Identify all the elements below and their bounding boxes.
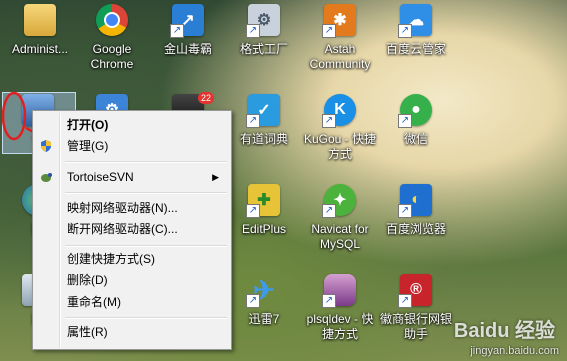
- desktop-icon-chrome[interactable]: Google Chrome: [74, 2, 150, 90]
- desktop-icon-kugou[interactable]: K ↗ KuGou - 快捷方式: [302, 92, 378, 180]
- shortcut-arrow-icon: ↗: [398, 24, 412, 38]
- shortcut-arrow-icon: ↗: [246, 204, 260, 218]
- desktop-icon-baidu-yun[interactable]: ☁ ↗ 百度云管家: [378, 2, 454, 90]
- notification-badge: 22: [198, 92, 215, 104]
- icon-label: 百度云管家: [385, 42, 446, 56]
- menu-item-manage[interactable]: 管理(G): [35, 136, 229, 156]
- menu-separator: [65, 192, 227, 194]
- desktop-icon-geshi[interactable]: ⚙ ↗ 格式工厂: [226, 2, 302, 90]
- icon-label: KuGou - 快捷方式: [303, 132, 377, 161]
- context-menu: 打开(O) 管理(G) TortoiseSVN ▶ 映射网络驱动器(N)... …: [32, 110, 232, 350]
- icon-label: 金山毒霸: [163, 42, 212, 56]
- desktop-icon-baidu-browser[interactable]: ◐ ↗ 百度浏览器: [378, 182, 454, 270]
- shortcut-arrow-icon: ↗: [322, 114, 336, 128]
- desktop-icon-jinshan[interactable]: ↗ ↗ 金山毒霸: [150, 2, 226, 90]
- watermark-url: jingyan.baidu.com: [470, 345, 559, 357]
- shield-icon: [41, 140, 51, 152]
- desktop-icon-youdao[interactable]: ✓ ↗ 有道词典: [226, 92, 302, 180]
- shortcut-arrow-icon: ↗: [246, 24, 260, 38]
- menu-item-properties[interactable]: 属性(R): [35, 322, 229, 342]
- menu-separator: [65, 317, 227, 319]
- shortcut-arrow-icon: ↗: [398, 114, 412, 128]
- shortcut-arrow-icon: ↗: [398, 204, 412, 218]
- shortcut-arrow-icon: ↗: [246, 114, 260, 128]
- baidu-watermark: Baidu 经验: [453, 320, 555, 342]
- menu-item-tortoisesvn[interactable]: TortoiseSVN ▶: [35, 167, 229, 187]
- icon-label: 徽商银行网银助手: [379, 312, 452, 341]
- menu-item-disconnect-drive[interactable]: 断开网络驱动器(C)...: [35, 219, 229, 239]
- shortcut-arrow-icon: ↗: [246, 294, 260, 308]
- menu-item-open[interactable]: 打开(O): [35, 115, 229, 135]
- menu-item-map-drive[interactable]: 映射网络驱动器(N)...: [35, 198, 229, 218]
- desktop-icon-astah[interactable]: ✱ ↗ Astah Community: [302, 2, 378, 90]
- desktop-icon-navicat[interactable]: ✦ ↗ Navicat for MySQL: [302, 182, 378, 270]
- icon-label: 格式工厂: [239, 42, 288, 56]
- icon-label: Navicat for MySQL: [311, 222, 369, 251]
- icon-label: plsqldev - 快捷方式: [306, 312, 374, 341]
- menu-item-delete[interactable]: 删除(D): [35, 270, 229, 290]
- menu-item-create-shortcut[interactable]: 创建快捷方式(S): [35, 249, 229, 269]
- user-folder-icon: [24, 4, 56, 36]
- shortcut-arrow-icon: ↗: [398, 294, 412, 308]
- tortoise-svn-icon: [41, 173, 52, 182]
- menu-separator: [65, 245, 227, 247]
- desktop-icon-plsql[interactable]: ↗ plsqldev - 快捷方式: [302, 272, 378, 360]
- shortcut-arrow-icon: ↗: [322, 294, 336, 308]
- desktop-icon-bank[interactable]: ® ↗ 徽商银行网银助手: [378, 272, 454, 360]
- shortcut-arrow-icon: ↗: [170, 24, 184, 38]
- shortcut-arrow-icon: ↗: [322, 24, 336, 38]
- menu-item-rename[interactable]: 重命名(M): [35, 292, 229, 312]
- icon-label: 迅雷7: [248, 312, 280, 326]
- icon-label: 百度浏览器: [385, 222, 446, 236]
- desktop-icon-weixin[interactable]: ● ↗ 微信: [378, 92, 454, 180]
- icon-label: 有道词典: [239, 132, 288, 146]
- shortcut-arrow-icon: ↗: [322, 204, 336, 218]
- submenu-arrow-icon: ▶: [212, 172, 219, 182]
- icon-label: EditPlus: [241, 222, 287, 236]
- icon-label: Google Chrome: [90, 42, 134, 71]
- menu-separator: [65, 161, 227, 163]
- icon-label: Administ...: [11, 42, 68, 56]
- icon-label: Astah Community: [309, 42, 371, 71]
- desktop-icon-administrator[interactable]: Administ...: [2, 2, 78, 90]
- desktop-icon-editplus[interactable]: ✚ ↗ EditPlus: [226, 182, 302, 270]
- desktop-icon-xunlei[interactable]: ✈ ↗ 迅雷7: [226, 272, 302, 360]
- icon-label: 微信: [403, 132, 428, 146]
- chrome-icon: [96, 4, 128, 36]
